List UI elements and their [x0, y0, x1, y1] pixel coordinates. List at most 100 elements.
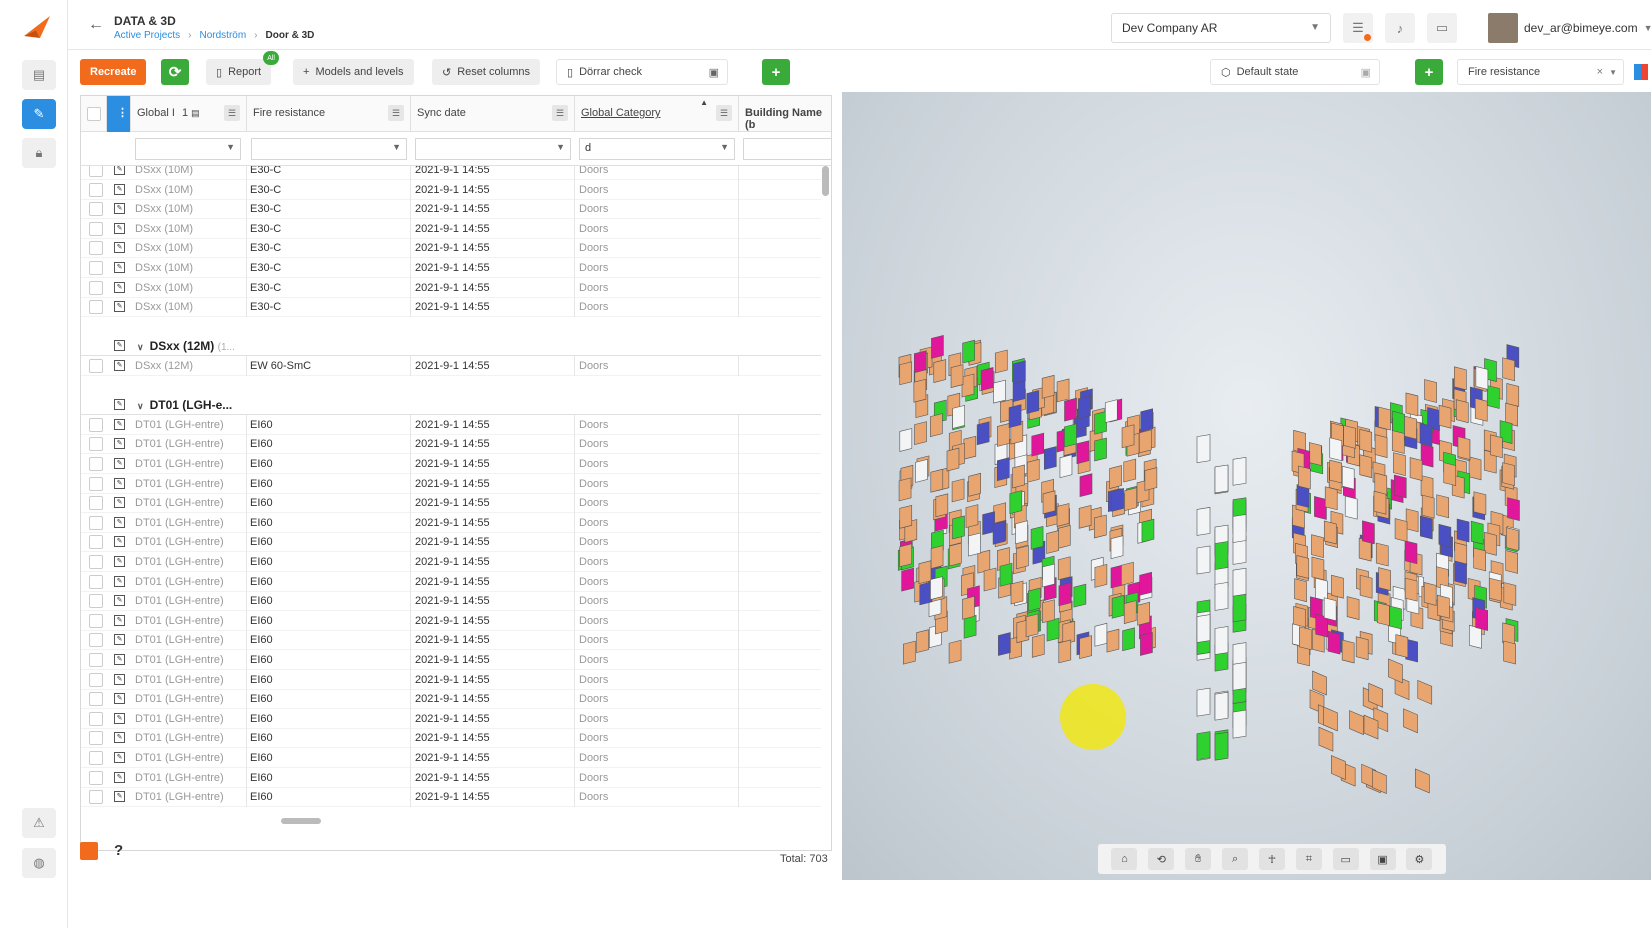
column-building-name[interactable]: Building Name (b — [739, 96, 831, 132]
door-element[interactable] — [1437, 594, 1450, 619]
door-element[interactable] — [1311, 556, 1325, 581]
table-row[interactable]: ✎ DT01 (LGH-entre) EI60 2021-9-1 14:55 Doors — [81, 767, 821, 788]
door-element[interactable] — [1030, 525, 1044, 550]
door-element[interactable] — [1323, 597, 1337, 622]
door-element[interactable] — [1391, 430, 1405, 454]
door-element[interactable] — [1232, 661, 1247, 691]
door-element[interactable] — [930, 576, 943, 600]
door-element[interactable] — [1214, 464, 1229, 494]
edit-icon[interactable]: ✎ — [114, 222, 125, 234]
door-element[interactable] — [1502, 357, 1515, 382]
column-sync-date[interactable]: Sync date ☰ — [411, 96, 575, 132]
door-element[interactable] — [1388, 658, 1403, 684]
door-element[interactable] — [965, 504, 979, 528]
table-row[interactable]: ✎ DT01 (LGH-entre) EI60 2021-9-1 14:55 Doors — [81, 493, 821, 514]
3d-viewer[interactable] — [842, 92, 1651, 880]
door-element[interactable] — [1058, 582, 1072, 607]
door-element[interactable] — [1341, 639, 1355, 664]
door-element[interactable] — [1341, 465, 1355, 490]
door-element[interactable] — [1214, 731, 1229, 761]
row-checkbox[interactable] — [89, 751, 103, 765]
table-row[interactable]: ✎ DT01 (LGH-entre) EI60 2021-9-1 14:55 Doors — [81, 787, 821, 808]
row-checkbox[interactable] — [89, 221, 103, 236]
door-element[interactable] — [899, 361, 913, 386]
door-element[interactable] — [1196, 545, 1211, 575]
door-element[interactable] — [1144, 467, 1158, 491]
table-row[interactable]: ✎ DT01 (LGH-entre) EI60 2021-9-1 14:55 Doors — [81, 414, 821, 435]
door-element[interactable] — [1484, 531, 1497, 556]
door-element[interactable] — [1474, 397, 1488, 422]
edit-icon[interactable]: ✎ — [114, 301, 125, 313]
door-element[interactable] — [1490, 434, 1503, 459]
door-element[interactable] — [1140, 408, 1153, 433]
door-element[interactable] — [1346, 596, 1360, 620]
door-element[interactable] — [1475, 607, 1488, 631]
door-element[interactable] — [1232, 456, 1247, 486]
model-browser-icon[interactable]: ▣ — [1369, 848, 1396, 870]
door-element[interactable] — [968, 532, 981, 557]
door-element[interactable] — [1124, 487, 1138, 512]
door-element[interactable] — [914, 421, 927, 445]
row-checkbox[interactable] — [89, 692, 103, 707]
filter-building-name[interactable] — [743, 138, 831, 160]
door-element[interactable] — [1506, 527, 1519, 551]
orbit-icon[interactable]: ⟲ — [1148, 848, 1175, 870]
door-element[interactable] — [1375, 542, 1389, 567]
group-row[interactable]: ✎ ∨ DSxx (12M) (1... — [81, 336, 821, 357]
table-row[interactable]: ✎ DT01 (LGH-entre) EI60 2021-9-1 14:55 Doors — [81, 708, 821, 729]
row-checkbox[interactable] — [89, 241, 103, 256]
door-element[interactable] — [1025, 613, 1039, 638]
door-element[interactable] — [1409, 457, 1423, 481]
settings-icon[interactable]: ⚙ — [1406, 848, 1433, 870]
door-element[interactable] — [899, 428, 913, 452]
column-menu-icon[interactable]: ☰ — [388, 105, 404, 121]
door-element[interactable] — [1373, 490, 1387, 515]
door-element[interactable] — [1057, 524, 1071, 549]
door-element[interactable] — [1111, 487, 1124, 512]
door-element[interactable] — [1314, 496, 1327, 520]
door-element[interactable] — [983, 567, 997, 592]
door-element[interactable] — [1331, 755, 1346, 780]
door-element[interactable] — [1454, 366, 1467, 391]
edit-icon[interactable]: ✎ — [114, 673, 125, 685]
group-row[interactable]: ✎ ∨ DT01 (LGH-e... — [81, 395, 821, 416]
models-levels-button[interactable]: + Models and levels — [293, 59, 414, 85]
door-element[interactable] — [1196, 731, 1211, 760]
horizontal-scrollbar[interactable] — [281, 818, 321, 824]
edit-icon[interactable]: ✎ — [114, 771, 125, 783]
edit-icon[interactable]: ✎ — [114, 360, 125, 371]
door-element[interactable] — [1008, 404, 1022, 429]
row-checkbox[interactable] — [89, 182, 103, 197]
door-element[interactable] — [1058, 639, 1072, 664]
table-row[interactable]: ✎ DSxx (10M) E30-C 2021-9-1 14:55 Doors — [81, 166, 821, 180]
door-element[interactable] — [1214, 541, 1229, 570]
door-element[interactable] — [1028, 587, 1041, 612]
row-checkbox[interactable] — [89, 515, 103, 530]
door-element[interactable] — [915, 458, 928, 483]
back-arrow-icon[interactable]: ← — [88, 16, 104, 34]
column-global-category[interactable]: Global Category ▲ ☰ — [575, 96, 739, 132]
column-fire-resistance[interactable]: Fire resistance ☰ — [247, 96, 411, 132]
door-element[interactable] — [950, 364, 964, 388]
row-checkbox[interactable] — [89, 202, 103, 217]
door-element[interactable] — [1123, 600, 1137, 624]
door-element[interactable] — [1106, 628, 1120, 653]
door-element[interactable] — [962, 595, 975, 620]
door-element[interactable] — [930, 468, 944, 493]
walk-icon[interactable]: ☥ — [1258, 848, 1285, 870]
row-checkbox[interactable] — [89, 555, 103, 569]
door-element[interactable] — [1423, 582, 1437, 606]
door-element[interactable] — [1137, 601, 1150, 626]
clear-icon[interactable]: × — [1597, 66, 1603, 78]
door-element[interactable] — [935, 493, 949, 518]
color-legend-swatch[interactable] — [80, 842, 98, 860]
chevron-down-icon[interactable]: ∨ — [137, 401, 144, 411]
door-element[interactable] — [1468, 456, 1482, 481]
edit-icon[interactable]: ✎ — [114, 399, 125, 411]
row-checkbox[interactable] — [89, 731, 103, 746]
door-element[interactable] — [899, 504, 913, 529]
row-checkbox[interactable] — [89, 417, 103, 432]
door-element[interactable] — [1031, 432, 1045, 457]
notifications-button[interactable]: ♪ — [1385, 13, 1415, 43]
saved-view-select[interactable]: ▯ Dörrar check ▣ — [556, 59, 728, 85]
